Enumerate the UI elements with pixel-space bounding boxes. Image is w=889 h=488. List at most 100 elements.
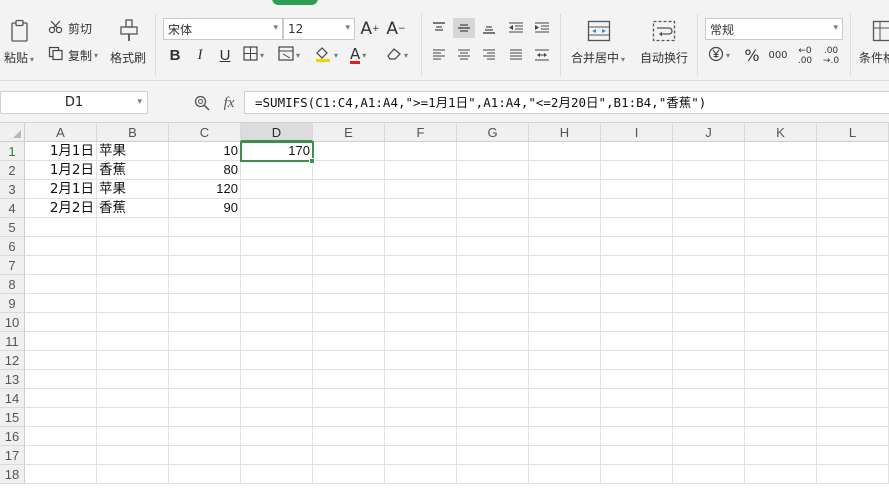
paste-button[interactable]: 粘贴 ▾ (4, 49, 34, 66)
row-header-14[interactable]: 14 (0, 389, 25, 408)
cell-g13[interactable] (457, 370, 529, 389)
cell-d3[interactable] (241, 180, 313, 199)
cell-g15[interactable] (457, 408, 529, 427)
cell-e8[interactable] (313, 275, 385, 294)
cell-b15[interactable] (97, 408, 169, 427)
cell-i12[interactable] (601, 351, 673, 370)
row-header-13[interactable]: 13 (0, 370, 25, 389)
insert-function-button[interactable]: fx (218, 93, 240, 113)
cell-f16[interactable] (385, 427, 457, 446)
cell-l2[interactable] (817, 161, 889, 180)
cell-e6[interactable] (313, 237, 385, 256)
column-header-e[interactable]: E (313, 123, 385, 142)
cell-e5[interactable] (313, 218, 385, 237)
cell-i6[interactable] (601, 237, 673, 256)
cell-j12[interactable] (673, 351, 745, 370)
cell-e4[interactable] (313, 199, 385, 218)
format-painter-label[interactable]: 格式刷 (110, 49, 146, 66)
font-name-select[interactable]: 宋体 ▾ (163, 18, 283, 40)
cell-i18[interactable] (601, 465, 673, 484)
column-header-b[interactable]: B (97, 123, 169, 142)
cell-k2[interactable] (745, 161, 817, 180)
cell-b18[interactable] (97, 465, 169, 484)
formula-input[interactable]: =SUMIFS(C1:C4,A1:A4,">=1月1日",A1:A4,"<=2月… (244, 91, 889, 114)
fill-handle[interactable] (309, 158, 315, 164)
increase-decimal-button[interactable]: ←0 .00 (794, 44, 816, 68)
cell-h9[interactable] (529, 294, 601, 313)
row-header-7[interactable]: 7 (0, 256, 25, 275)
cell-f6[interactable] (385, 237, 457, 256)
cell-c6[interactable] (169, 237, 241, 256)
align-bottom-icon[interactable] (479, 18, 499, 38)
cell-e18[interactable] (313, 465, 385, 484)
cell-h6[interactable] (529, 237, 601, 256)
cell-l17[interactable] (817, 446, 889, 465)
cell-k10[interactable] (745, 313, 817, 332)
column-header-c[interactable]: C (169, 123, 241, 142)
cell-l16[interactable] (817, 427, 889, 446)
cell-e9[interactable] (313, 294, 385, 313)
cell-b12[interactable] (97, 351, 169, 370)
column-header-j[interactable]: J (673, 123, 745, 142)
name-box[interactable]: D1 ▾ (0, 91, 148, 114)
column-header-l[interactable]: L (817, 123, 889, 142)
cell-d8[interactable] (241, 275, 313, 294)
cell-g2[interactable] (457, 161, 529, 180)
cell-j17[interactable] (673, 446, 745, 465)
cell-k9[interactable] (745, 294, 817, 313)
row-header-6[interactable]: 6 (0, 237, 25, 256)
percent-button[interactable]: % (742, 44, 762, 66)
cell-i11[interactable] (601, 332, 673, 351)
underline-button[interactable]: U (215, 44, 235, 66)
row-header-17[interactable]: 17 (0, 446, 25, 465)
cell-f10[interactable] (385, 313, 457, 332)
paste-icon[interactable] (6, 18, 34, 44)
cell-j18[interactable] (673, 465, 745, 484)
cell-c15[interactable] (169, 408, 241, 427)
column-header-k[interactable]: K (745, 123, 817, 142)
justify-icon[interactable] (505, 44, 527, 66)
cell-f12[interactable] (385, 351, 457, 370)
cell-l1[interactable] (817, 142, 889, 161)
cell-d6[interactable] (241, 237, 313, 256)
cell-c7[interactable] (169, 256, 241, 275)
thousands-separator-button[interactable]: 000 (767, 44, 789, 66)
cell-c11[interactable] (169, 332, 241, 351)
select-all-corner[interactable] (0, 123, 25, 142)
zoom-search-icon[interactable] (192, 93, 212, 113)
cell-g6[interactable] (457, 237, 529, 256)
cell-l7[interactable] (817, 256, 889, 275)
cell-i3[interactable] (601, 180, 673, 199)
cell-g11[interactable] (457, 332, 529, 351)
cell-h3[interactable] (529, 180, 601, 199)
cell-g5[interactable] (457, 218, 529, 237)
cell-e16[interactable] (313, 427, 385, 446)
borders-button[interactable]: ▾ (243, 44, 264, 66)
cell-h1[interactable] (529, 142, 601, 161)
cell-j3[interactable] (673, 180, 745, 199)
cell-e7[interactable] (313, 256, 385, 275)
cell-c12[interactable] (169, 351, 241, 370)
fill-color-button[interactable]: ▾ (314, 44, 338, 66)
cell-c10[interactable] (169, 313, 241, 332)
cell-c2[interactable]: 80 (169, 161, 241, 180)
cell-e11[interactable] (313, 332, 385, 351)
cell-l12[interactable] (817, 351, 889, 370)
cell-k7[interactable] (745, 256, 817, 275)
cell-c1[interactable]: 10 (169, 142, 241, 161)
cell-e13[interactable] (313, 370, 385, 389)
row-header-9[interactable]: 9 (0, 294, 25, 313)
cell-i17[interactable] (601, 446, 673, 465)
cell-a7[interactable] (25, 256, 97, 275)
cell-i1[interactable] (601, 142, 673, 161)
increase-font-size-icon[interactable]: A + (360, 18, 380, 40)
cell-b8[interactable] (97, 275, 169, 294)
cell-f2[interactable] (385, 161, 457, 180)
cell-k11[interactable] (745, 332, 817, 351)
cell-k13[interactable] (745, 370, 817, 389)
align-left-icon[interactable] (429, 44, 449, 66)
italic-button[interactable]: I (190, 44, 210, 66)
cell-l11[interactable] (817, 332, 889, 351)
cell-a6[interactable] (25, 237, 97, 256)
cell-e3[interactable] (313, 180, 385, 199)
